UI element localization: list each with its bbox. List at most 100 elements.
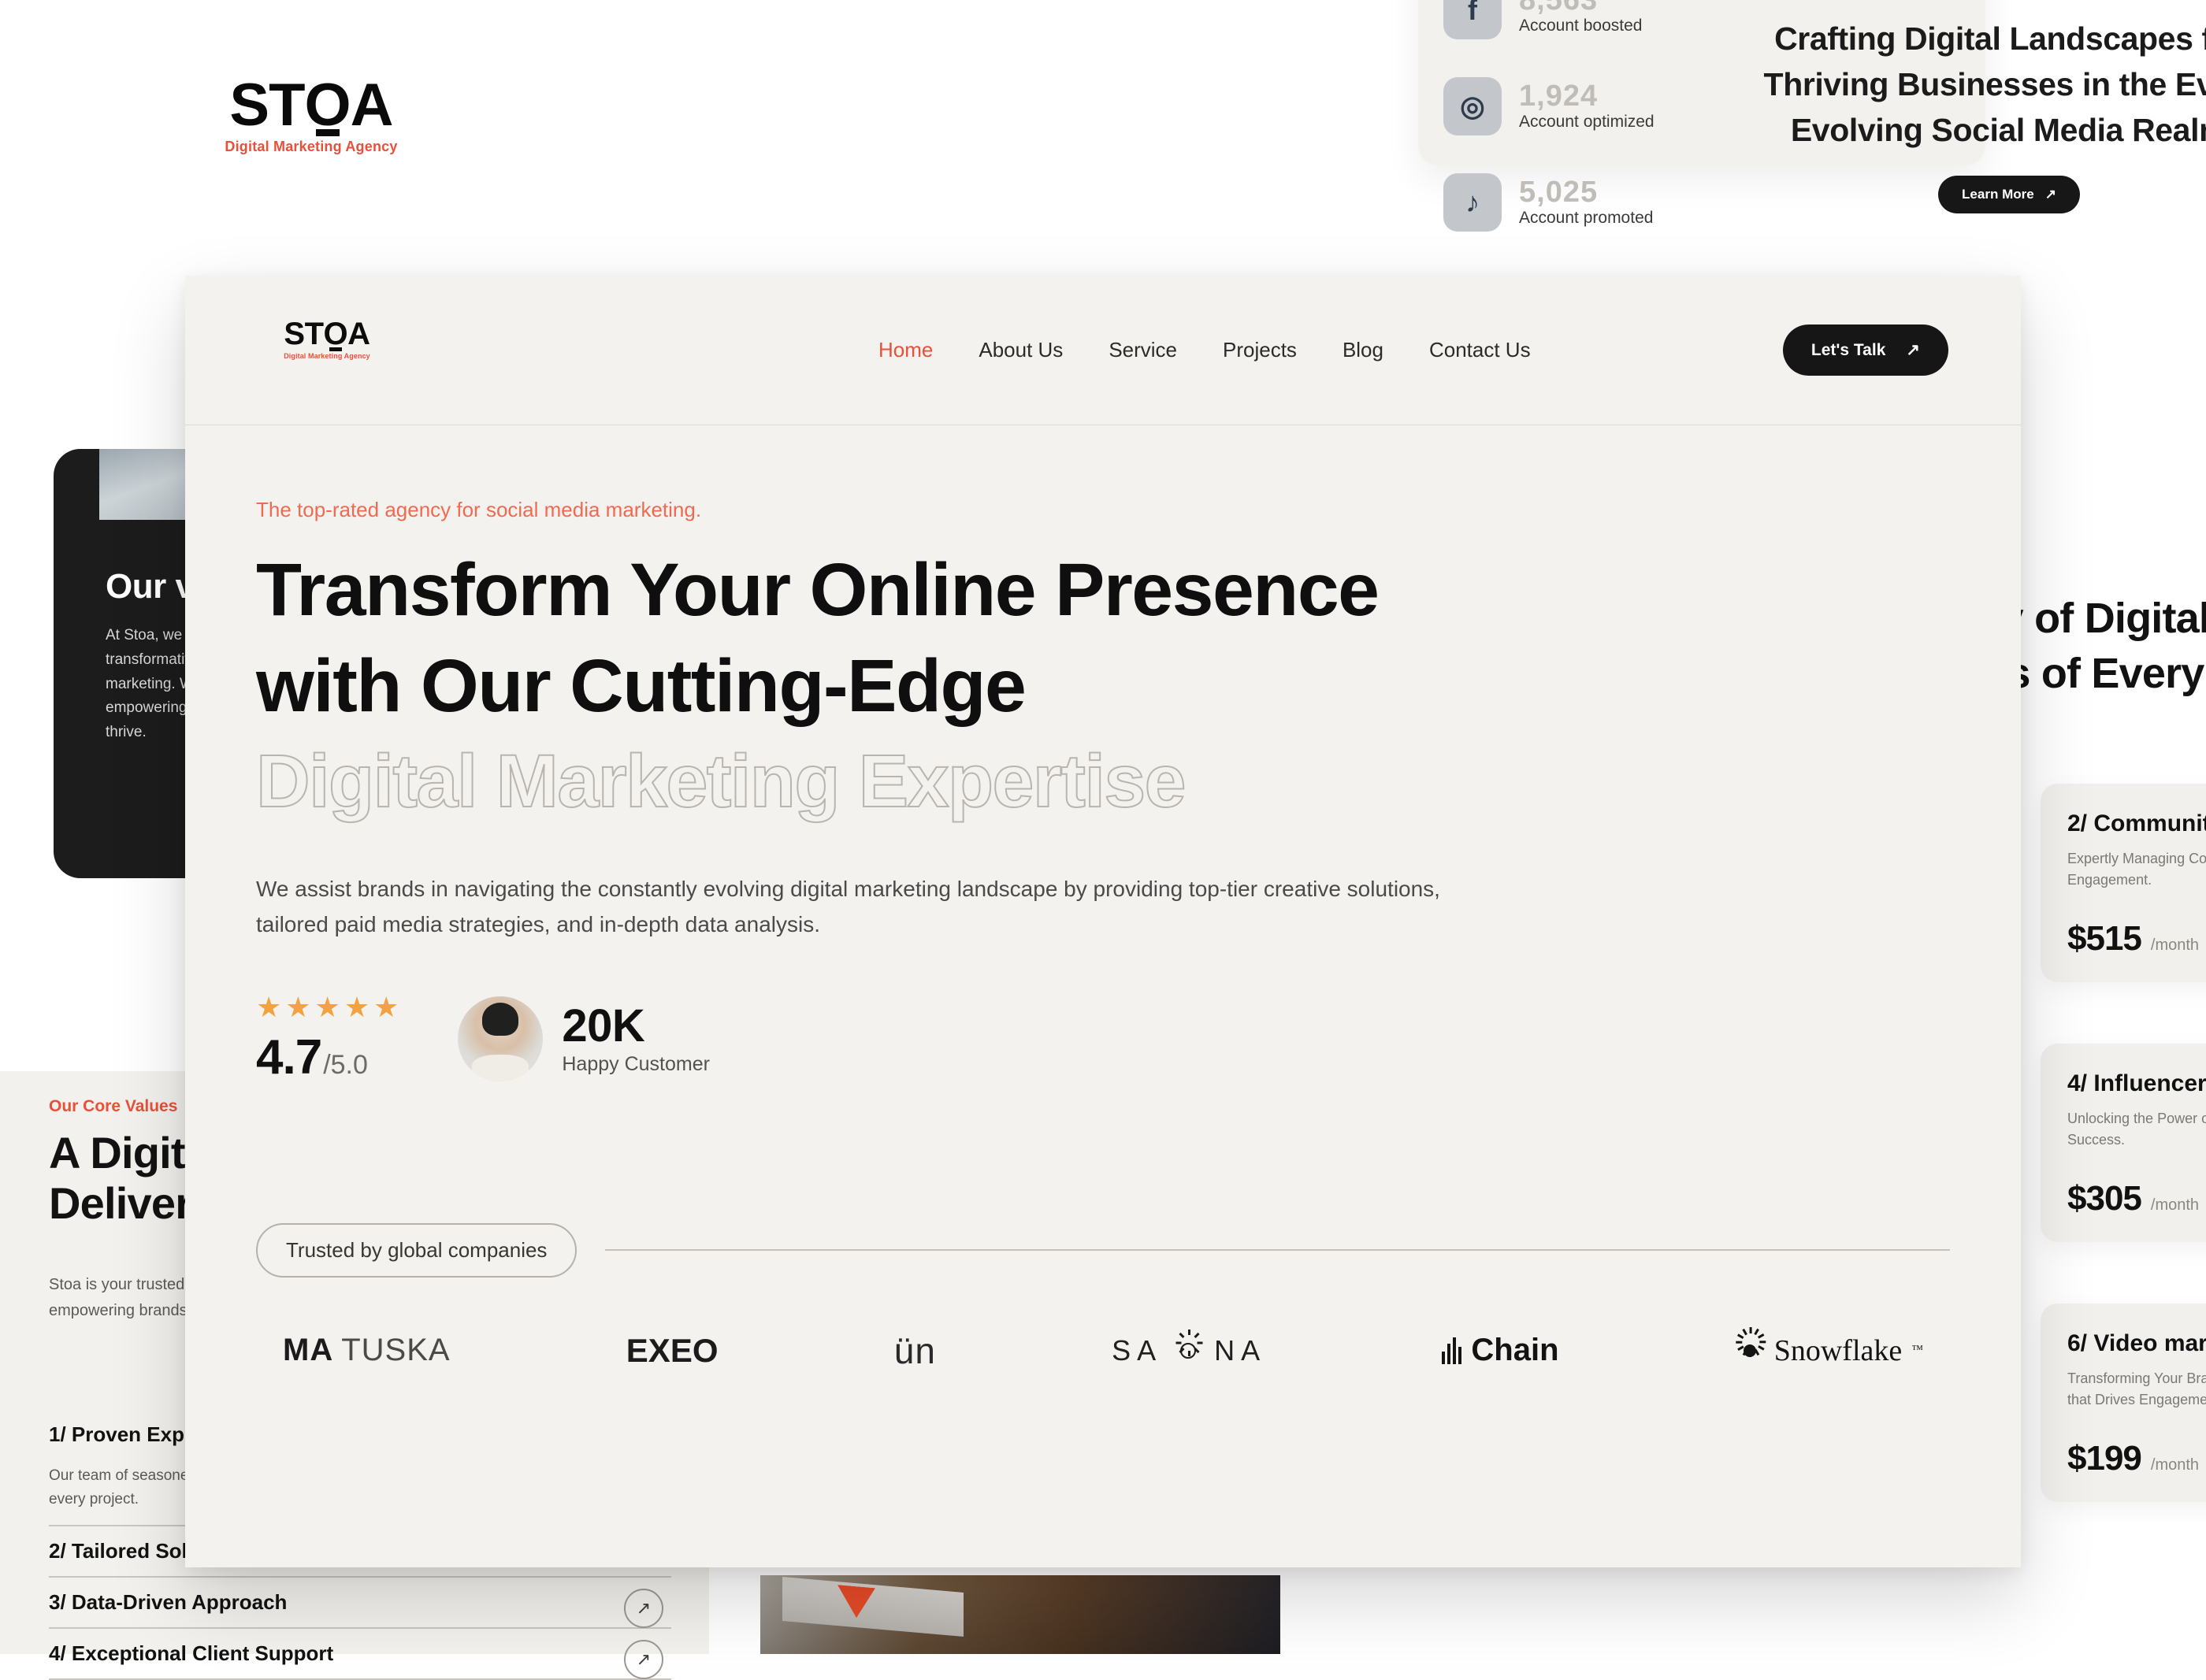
trusted-by-label: Trusted by global companies (256, 1222, 577, 1278)
rating-block: ★★★★★ 4.7 /5.0 (256, 990, 403, 1085)
pricing-card-amount: $305 (2067, 1179, 2142, 1218)
logo-matuska: MA TUSKA (283, 1333, 451, 1368)
logo-matuska-rest: TUSKA (341, 1333, 451, 1367)
nav-logo-tagline: Digital Marketing Agency (284, 352, 370, 360)
office-photo (760, 1575, 1280, 1654)
nav-logo-a: A (347, 317, 370, 351)
pricing-card-price: $305 /month (2067, 1179, 2206, 1218)
nav-link-about-us[interactable]: About Us (979, 338, 1063, 362)
partner-logos: MA TUSKA EXEO ün SA NA Chain Snowflake ™ (256, 1326, 1950, 1372)
brand-logo-a: A (350, 72, 394, 139)
nav-link-projects[interactable]: Projects (1223, 338, 1297, 362)
nav-link-home[interactable]: Home (878, 338, 933, 362)
chain-bars-icon (1442, 1337, 1462, 1364)
list-item[interactable]: 3/ Data-Driven Approach ↗ (49, 1578, 671, 1629)
logo-saona-post: NA (1214, 1333, 1267, 1367)
value-title: 3/ Data-Driven Approach (49, 1589, 288, 1614)
pricing-card-description: Unlocking the Power of Influence for Suc… (2067, 1111, 2206, 1148)
logo-snowflake-tm: ™ (1911, 1344, 1923, 1356)
logo-snowflake-text: Snowflake (1773, 1333, 1903, 1367)
logo-snowflake: Snowflake ™ (1735, 1326, 1923, 1368)
pricing-card[interactable]: 4/ Influencer Marketing Unlocking the Po… (2041, 1044, 2206, 1242)
laptop-image (782, 1576, 964, 1637)
core-values-eyebrow: Our Core Values (49, 1097, 178, 1115)
nav-logo-wordmark: STOA (284, 318, 370, 350)
instagram-icon: ◎ (1443, 77, 1502, 135)
customer-label: Happy Customer (562, 1053, 710, 1076)
hero-stats: ★★★★★ 4.7 /5.0 20K Happy Customer (256, 990, 1950, 1085)
pricing-card[interactable]: 6/ Video marketing Transforming Your Bra… (2041, 1304, 2206, 1502)
brand-logo-tagline: Digital Marketing Agency (225, 139, 398, 155)
star-rating-icon: ★★★★★ (256, 990, 403, 1023)
pricing-card-period: /month (2150, 936, 2200, 954)
logo-chain-text: Chain (1471, 1333, 1559, 1367)
sun-icon (1175, 1329, 1203, 1364)
bg-right-heading: Crafting Digital Landscapes for Thriving… (1757, 16, 2206, 213)
social-stat-row: ◎ 1,924 Account optimized (1443, 77, 1654, 135)
hero-navbar: STOA Digital Marketing Agency Home About… (185, 276, 2021, 425)
arrow-up-right-icon: ↗ (1906, 341, 1920, 359)
social-stat-label: Account promoted (1519, 208, 1654, 227)
hero-preview-card: STOA Digital Marketing Agency Home About… (185, 276, 2021, 1567)
pricing-card-price: $199 /month (2067, 1439, 2206, 1478)
logo-saona-pre: SA (1112, 1333, 1163, 1367)
logo-exeo-text: EXEO (626, 1331, 719, 1369)
page-title: Transform Your Online Presence with Our … (255, 543, 1950, 830)
pricing-card-title: 6/ Video marketing (2067, 1330, 2206, 1356)
logo-exeo: EXEO (626, 1332, 719, 1370)
learn-more-label: Learn More (1962, 186, 2034, 202)
nav-logo-st: ST (284, 317, 324, 351)
hero-body: The top-rated agency for social media ma… (185, 498, 2021, 1372)
rating-value: 4.7 (256, 1029, 322, 1085)
social-stat-value: 5,025 (1519, 176, 1599, 210)
snowflake-burst-icon (1735, 1326, 1766, 1366)
pricing-card-title: 2/ Community Management (2067, 810, 2206, 836)
pricing-card-description: Transforming Your Brand with Video that … (2067, 1370, 2206, 1407)
brand-logo: STOA Digital Marketing Agency (181, 72, 441, 155)
logo-matuska-bold: MA (283, 1333, 334, 1367)
social-stat-row: f 8,563 Account boosted (1443, 0, 1642, 39)
pricing-card-amount: $199 (2067, 1439, 2142, 1478)
brand-logo-o: O (304, 72, 351, 139)
social-stat-label: Account optimized (1519, 112, 1654, 131)
hero-eyebrow: The top-rated agency for social media ma… (256, 498, 702, 521)
nav-link-blog[interactable]: Blog (1343, 338, 1383, 362)
bg-right-heading-line3: Evolving Social Media Realm (1790, 112, 2206, 149)
pricing-card-period: /month (2150, 1456, 2200, 1474)
arrow-up-right-icon: ↗ (2044, 186, 2056, 202)
pricing-card[interactable]: 2/ Community Management Expertly Managin… (2041, 784, 2206, 982)
pricing-card-description: Expertly Managing Communities for Engage… (2067, 851, 2206, 888)
social-stat-value: 1,924 (1519, 80, 1599, 113)
nav-link-contact-us[interactable]: Contact Us (1429, 338, 1531, 362)
facebook-icon: f (1443, 0, 1502, 39)
logo-chain: Chain (1442, 1333, 1559, 1368)
list-item[interactable]: 4/ Exceptional Client Support ↗ (49, 1629, 671, 1680)
rating-max: /5.0 (323, 1049, 368, 1080)
arrow-up-right-icon[interactable]: ↗ (624, 1588, 663, 1628)
lets-talk-button[interactable]: Let's Talk ↗ (1782, 325, 1948, 376)
nav-link-service[interactable]: Service (1109, 338, 1177, 362)
brand-logo-st: ST (229, 72, 305, 139)
arrow-up-right-icon[interactable]: ↗ (624, 1639, 663, 1679)
tiktok-icon: ♪ (1443, 173, 1502, 232)
customer-block: 20K Happy Customer (458, 996, 710, 1081)
logo-un-text: ün (893, 1330, 936, 1371)
hero-title-line1: Transform Your Online Presence (256, 548, 1380, 632)
trusted-by-row: Trusted by global companies (256, 1222, 1950, 1278)
social-stat-label: Account boosted (1519, 16, 1643, 35)
nav-logo[interactable]: STOA Digital Marketing Agency (256, 318, 398, 360)
hero-title-line2: with Our Cutting-Edge (256, 643, 1027, 728)
pricing-card-price: $515 /month (2067, 919, 2206, 959)
social-stat-row: ♪ 5,025 Account promoted (1443, 173, 1653, 232)
social-stat-value: 8,563 (1519, 0, 1599, 17)
bg-right-heading-line2: Thriving Businesses in the Ever- (1763, 66, 2206, 103)
nav-logo-o: O (323, 317, 348, 351)
bg-right-heading-line1: Crafting Digital Landscapes for (1774, 20, 2206, 57)
value-title: 4/ Exceptional Client Support (49, 1641, 334, 1665)
hero-subtitle: We assist brands in navigating the const… (256, 876, 1440, 937)
divider (605, 1249, 1950, 1251)
learn-more-button[interactable]: Learn More ↗ (1938, 175, 2080, 213)
logo-un: ün (894, 1330, 936, 1372)
lets-talk-label: Let's Talk (1810, 340, 1886, 359)
customer-count: 20K (562, 999, 645, 1051)
